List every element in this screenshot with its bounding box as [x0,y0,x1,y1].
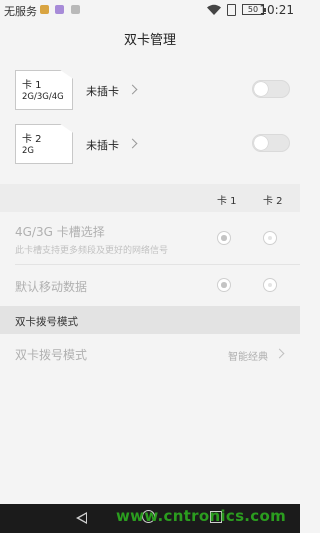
sim-card-type: 2G [22,146,34,156]
status-bar: 无服务 50 10:21 [0,0,300,20]
chevron-right-icon[interactable] [127,84,138,95]
section-label: 双卡拨号模式 [15,316,78,328]
watermark: www.cntronics.com [116,507,287,525]
sim-card-1-row[interactable]: 卡 1 2G/3G/4G 未插卡 [0,70,300,120]
dial-mode-value: 智能经典 [228,352,268,363]
chevron-right-icon [274,348,285,359]
empty-area [0,374,300,504]
dial-mode-title: 双卡拨号模式 [15,348,88,362]
sim-card-icon: 卡 1 2G/3G/4G [15,70,73,110]
sim-card-type: 2G/3G/4G [22,92,64,102]
slot-select-card-2-radio[interactable] [263,231,277,245]
carrier-label: 无服务 [4,5,37,18]
sim-card-name: 卡 2 [22,134,42,145]
dial-mode-row[interactable]: 双卡拨号模式 智能经典 [0,334,300,374]
dial-mode-section-header: 双卡拨号模式 [0,306,300,334]
wifi-icon [207,4,221,15]
slot-select-title: 4G/3G 卡槽选择 [15,225,105,239]
back-icon[interactable] [76,512,87,524]
default-data-card-1-radio[interactable] [217,278,231,292]
sim-card-2-toggle[interactable] [252,134,290,152]
app-notification-icon [55,5,64,14]
clock: 10:21 [259,3,294,17]
sim-card-status[interactable]: 未插卡 [86,137,119,153]
default-data-row: 默认移动数据 [0,265,300,305]
column-card-1: 卡 1 [217,196,237,207]
notification-icon [40,5,49,14]
column-card-2: 卡 2 [263,196,283,207]
slot-select-row: 4G/3G 卡槽选择 此卡槽支持更多频段及更好的网络信号 [0,212,300,264]
image-notification-icon [71,5,80,14]
sim-icon [227,4,236,16]
sim-card-section: 卡 1 2G/3G/4G 未插卡 卡 2 2G 未插卡 [0,62,300,184]
sim-card-1-toggle[interactable] [252,80,290,98]
page-title: 双卡管理 [123,33,176,48]
sim-card-name: 卡 1 [22,80,42,91]
slot-select-subtitle: 此卡槽支持更多频段及更好的网络信号 [15,246,169,256]
sim-card-icon: 卡 2 2G [15,124,73,164]
column-header: 卡 1 卡 2 [0,184,300,212]
default-data-card-2-radio[interactable] [263,278,277,292]
sim-card-status[interactable]: 未插卡 [86,83,119,99]
slot-select-card-1-radio[interactable] [217,231,231,245]
default-data-title: 默认移动数据 [15,280,88,294]
sim-card-2-row[interactable]: 卡 2 2G 未插卡 [0,124,300,174]
chevron-right-icon[interactable] [127,138,138,149]
